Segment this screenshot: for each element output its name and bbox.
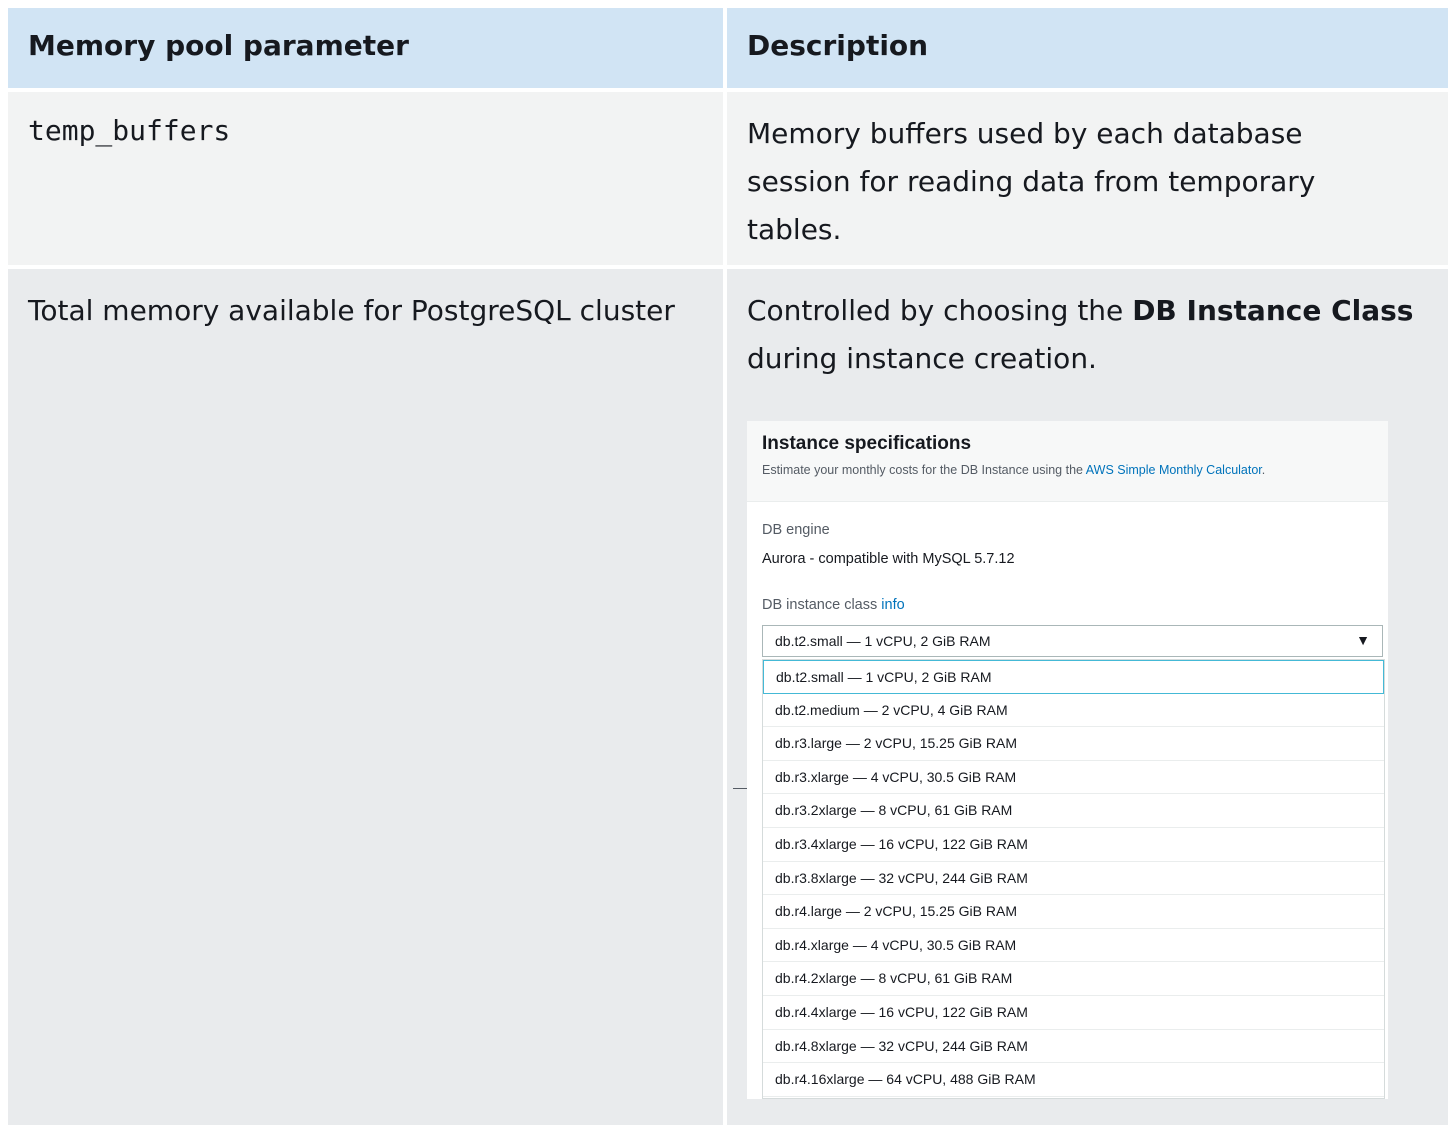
header-parameter-label: Memory pool parameter <box>28 29 409 62</box>
param-temp-buffers: temp_buffers <box>28 114 231 147</box>
instance-specifications-subtitle: Estimate your monthly costs for the DB I… <box>762 463 1265 477</box>
header-cell-description: Description <box>727 8 1448 88</box>
db-engine-value: Aurora - compatible with MySQL 5.7.12 <box>762 551 1015 567</box>
description-post-text: during instance creation. <box>747 342 1097 375</box>
subtitle-pre-text: Estimate your monthly costs for the DB I… <box>762 463 1086 477</box>
db-instance-class-text: DB instance class <box>762 597 878 613</box>
dropdown-option[interactable]: db.r3.xlarge — 4 vCPU, 30.5 GiB RAM <box>763 761 1384 795</box>
header-cell-parameter: Memory pool parameter <box>8 8 723 88</box>
description-pre-text: Controlled by choosing the <box>747 294 1133 327</box>
dropdown-option[interactable]: db.t2.small — 1 vCPU, 2 GiB RAM <box>763 660 1384 694</box>
db-instance-class-select[interactable]: db.t2.small — 1 vCPU, 2 GiB RAM ▼ <box>762 625 1383 657</box>
dropdown-option[interactable]: db.r4.large — 2 vCPU, 15.25 GiB RAM <box>763 895 1384 929</box>
dropdown-option[interactable]: db.r4.8xlarge — 32 vCPU, 244 GiB RAM <box>763 1030 1384 1064</box>
instance-specifications-header: Instance specifications Estimate your mo… <box>747 421 1388 502</box>
description-temp-buffers: Memory buffers used by each database ses… <box>747 117 1316 246</box>
dropdown-option[interactable]: db.r4.16xlarge — 64 vCPU, 488 GiB RAM <box>763 1063 1384 1097</box>
subtitle-post-text: . <box>1261 463 1266 477</box>
table-row-total-memory-param: Total memory available for PostgreSQL cl… <box>8 269 723 1125</box>
db-instance-class-label: DB instance class info <box>762 597 905 613</box>
instance-specifications-title: Instance specifications <box>762 433 972 454</box>
info-link[interactable]: info <box>881 597 904 613</box>
dropdown-option[interactable]: db.r3.8xlarge — 32 vCPU, 244 GiB RAM <box>763 862 1384 896</box>
dropdown-option[interactable]: db.r4.xlarge — 4 vCPU, 30.5 GiB RAM <box>763 929 1384 963</box>
description-total-memory: Controlled by choosing the DB Instance C… <box>747 287 1427 383</box>
table-row-temp-buffers-description: Memory buffers used by each database ses… <box>727 92 1448 265</box>
header-description-label: Description <box>747 29 929 62</box>
param-total-memory: Total memory available for PostgreSQL cl… <box>28 294 675 327</box>
dropdown-option[interactable]: db.r3.large — 2 vCPU, 15.25 GiB RAM <box>763 727 1384 761</box>
dropdown-option[interactable]: db.t2.medium — 2 vCPU, 4 GiB RAM <box>763 694 1384 728</box>
background-edge-line <box>733 788 747 789</box>
db-instance-class-dropdown: db.t2.small — 1 vCPU, 2 GiB RAM db.t2.me… <box>762 659 1385 1099</box>
instance-specifications-screenshot: Instance specifications Estimate your mo… <box>747 421 1388 1099</box>
dropdown-option[interactable]: db.r3.2xlarge — 8 vCPU, 61 GiB RAM <box>763 794 1384 828</box>
table-row-temp-buffers-param: temp_buffers <box>8 92 723 265</box>
db-engine-label: DB engine <box>762 522 830 538</box>
dropdown-option[interactable]: db.r4.4xlarge — 16 vCPU, 122 GiB RAM <box>763 996 1384 1030</box>
dropdown-option[interactable]: db.r3.4xlarge — 16 vCPU, 122 GiB RAM <box>763 828 1384 862</box>
dropdown-arrow-icon: ▼ <box>1356 632 1370 648</box>
db-instance-class-selected-value: db.t2.small — 1 vCPU, 2 GiB RAM <box>775 633 991 649</box>
calculator-link[interactable]: AWS Simple Monthly Calculator <box>1086 463 1262 477</box>
description-bold-text: DB Instance Class <box>1132 294 1414 327</box>
dropdown-option[interactable]: db.r4.2xlarge — 8 vCPU, 61 GiB RAM <box>763 962 1384 996</box>
